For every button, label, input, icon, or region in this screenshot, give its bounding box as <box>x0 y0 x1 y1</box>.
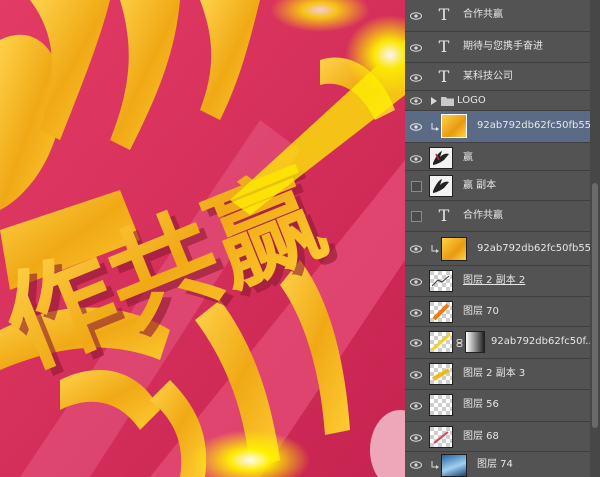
layer-name: 合作共赢 <box>463 9 503 20</box>
eye-icon[interactable] <box>410 432 422 444</box>
layer-thumbnail <box>429 270 453 292</box>
mask-link-icon[interactable] <box>456 339 463 347</box>
eye-icon[interactable] <box>410 42 422 54</box>
clipping-arrow-icon <box>431 245 439 253</box>
layer-thumbnail <box>429 363 453 385</box>
layer-name: 图层 2 副本 2 <box>463 275 526 286</box>
layer-name: 合作共赢 <box>463 210 503 221</box>
layers-panel: T 合作共赢 T 期待与您携手奋进 T 某科技公司 LOGO 92ab792db… <box>405 0 600 477</box>
clipping-arrow-icon <box>431 461 439 469</box>
layer-thumbnail <box>441 237 467 261</box>
layer-name: 图层 74 <box>477 459 513 470</box>
layer-thumbnail <box>429 426 453 448</box>
layer-name: 图层 56 <box>463 399 499 410</box>
document-canvas[interactable]: 作共赢 作共赢 <box>0 0 405 477</box>
layer-name: 图层 68 <box>463 431 499 442</box>
text-layer-icon: T <box>438 5 450 24</box>
layer-mask-thumbnail[interactable] <box>465 331 485 353</box>
layer-row[interactable]: T 合作共赢 <box>405 201 593 232</box>
eye-icon[interactable] <box>410 459 422 471</box>
eye-icon[interactable] <box>410 337 422 349</box>
layer-name: 图层 2 副本 3 <box>463 368 526 379</box>
layer-thumbnail <box>429 331 453 353</box>
layer-row[interactable]: 92ab792db62fc50fb55... <box>405 111 600 143</box>
scrollbar-thumb[interactable] <box>592 183 598 428</box>
artwork: 作共赢 作共赢 <box>0 0 405 477</box>
chevron-right-icon[interactable] <box>431 97 437 105</box>
layer-thumbnail <box>429 394 453 416</box>
layer-name: 图层 70 <box>463 306 499 317</box>
layer-row[interactable]: 赢 <box>405 143 593 171</box>
layer-name: 某科技公司 <box>463 71 513 82</box>
eye-icon[interactable] <box>410 400 422 412</box>
layer-row[interactable]: 图层 2 副本 3 <box>405 359 593 390</box>
layer-name: 92ab792db62fc50f... <box>491 336 595 347</box>
layer-name: LOGO <box>457 95 486 106</box>
layer-row[interactable]: 92ab792db62fc50f... <box>405 327 595 359</box>
eye-icon[interactable] <box>410 153 422 165</box>
eye-icon[interactable] <box>410 276 422 288</box>
eye-icon[interactable] <box>410 243 422 255</box>
eye-icon[interactable] <box>410 10 422 22</box>
eye-icon[interactable] <box>410 307 422 319</box>
text-layer-icon: T <box>438 37 450 56</box>
eye-icon[interactable] <box>410 121 422 133</box>
layer-name: 92ab792db62fc50fb55... <box>477 243 600 254</box>
layer-thumbnail <box>441 454 467 477</box>
layer-name: 赢 副本 <box>463 180 497 191</box>
text-layer-icon: T <box>438 206 450 225</box>
layer-name: 92ab792db62fc50fb55... <box>477 120 600 131</box>
folder-icon <box>441 97 454 106</box>
clipping-arrow-icon <box>431 123 439 131</box>
layer-thumbnail <box>429 301 453 323</box>
text-layer-icon: T <box>438 67 450 86</box>
visibility-toggle[interactable] <box>411 181 422 192</box>
layer-row[interactable]: 赢 副本 <box>405 171 593 201</box>
visibility-toggle[interactable] <box>411 211 422 222</box>
layer-row[interactable]: 图层 70 <box>405 297 593 327</box>
layer-row[interactable]: T 某科技公司 <box>405 63 593 91</box>
layer-thumbnail <box>429 147 453 169</box>
eye-icon[interactable] <box>410 95 422 107</box>
layer-row[interactable]: 图层 68 <box>405 422 593 452</box>
layer-thumbnail <box>429 175 453 197</box>
layer-row[interactable]: 图层 56 <box>405 390 593 422</box>
layer-group-row[interactable]: LOGO <box>405 91 593 111</box>
layer-row[interactable]: 图层 2 副本 2 <box>405 266 593 297</box>
layer-name: 期待与您携手奋进 <box>463 41 543 52</box>
layer-row[interactable]: 图层 74 <box>405 452 593 477</box>
eye-icon[interactable] <box>410 369 422 381</box>
layer-thumbnail <box>441 114 467 138</box>
layer-row[interactable]: T 期待与您携手奋进 <box>405 32 593 63</box>
eye-icon[interactable] <box>410 72 422 84</box>
layer-name: 赢 <box>463 152 473 163</box>
layer-row[interactable]: 92ab792db62fc50fb55... <box>405 232 600 266</box>
layer-row[interactable]: T 合作共赢 <box>405 0 593 32</box>
